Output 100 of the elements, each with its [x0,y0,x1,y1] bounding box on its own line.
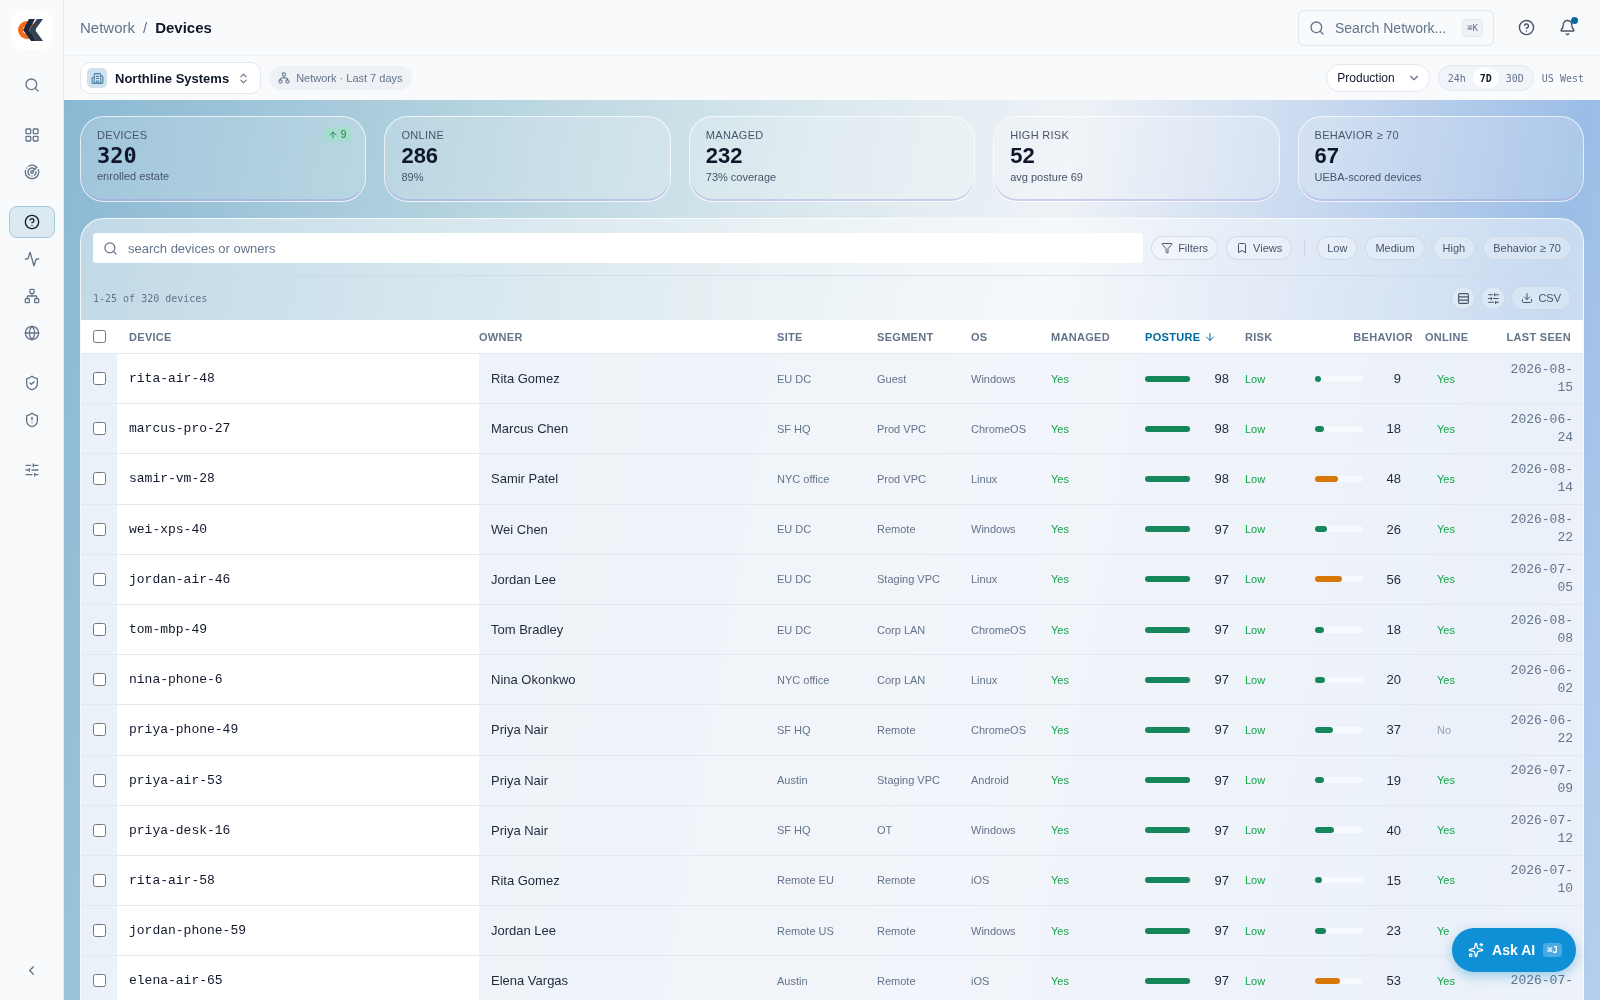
owner-cell-text: Priya Nair [490,772,549,788]
site-cell: Austin [777,774,808,787]
row-checkbox[interactable] [93,372,106,386]
scope-badge: Network · Last 7 days [269,66,412,90]
density-icon[interactable] [1451,286,1476,310]
stat-label: HIGH RISK [1010,129,1070,141]
views-button[interactable]: Views [1226,236,1293,260]
help-icon[interactable] [1518,19,1535,36]
sliders-icon[interactable] [1481,286,1506,310]
device-name[interactable]: priya-desk-16 [129,822,231,838]
row-checkbox[interactable] [93,673,106,687]
device-name[interactable]: rita-air-58 [129,872,215,888]
time-range-tab[interactable]: 30D [1498,68,1531,88]
stat-label: MANAGED [705,129,764,141]
column-header[interactable]: SITE [777,330,877,343]
column-header[interactable]: OWNER [479,330,777,343]
segment-cell: Staging VPC [877,774,940,787]
behavior-bar [1315,777,1363,784]
filters-button[interactable]: Filters [1151,236,1219,260]
device-name[interactable]: wei-xps-40 [129,521,207,537]
row-checkbox[interactable] [93,623,106,637]
risk-cell: Low [1245,673,1266,686]
row-checkbox[interactable] [93,974,106,988]
posture-score: 97 [1213,822,1229,838]
owner-cell-text: Tom Bradley [490,622,564,638]
column-header[interactable]: BEHAVIOR [1315,330,1425,343]
behavior-bar [1315,475,1363,482]
online-cell-text: No [1436,723,1452,736]
org-selector[interactable]: Northline Systems [80,62,262,94]
help-icon[interactable] [8,206,55,238]
column-header[interactable]: POSTURE [1133,330,1245,343]
owner-cell-text: Rita Gomez [490,371,560,387]
column-header[interactable]: MANAGED [1051,330,1133,343]
time-range-tab[interactable]: 7D [1472,68,1499,88]
row-checkbox[interactable] [93,924,106,938]
column-header[interactable]: RISK [1245,330,1315,343]
os-cell: iOS [971,874,990,887]
csv-button[interactable]: CSV [1511,286,1571,310]
managed-cell: Yes [1051,774,1069,787]
time-range-tab[interactable]: 24h [1440,68,1473,88]
device-name[interactable]: elena-air-65 [129,973,223,989]
posture-bar [1145,977,1191,984]
managed-cell: Yes [1051,372,1069,385]
device-name[interactable]: priya-air-53 [129,772,223,788]
filter-chip[interactable]: Medium [1365,236,1425,260]
device-name[interactable]: jordan-phone-59 [129,923,247,939]
filter-chip[interactable]: Low [1317,236,1358,260]
owner-cell-text: Elena Vargas [490,973,569,989]
row-checkbox[interactable] [93,522,106,536]
managed-cell: Yes [1051,673,1069,686]
device-name[interactable]: tom-mbp-49 [129,622,207,638]
behavior-score: 37 [1385,722,1401,738]
row-checkbox[interactable] [93,773,106,787]
row-checkbox[interactable] [93,572,106,586]
owner-cell-text: Marcus Chen [490,421,569,437]
device-name[interactable]: rita-air-48 [129,371,215,387]
owner-cell-text: Priya Nair [490,722,549,738]
filter-icon [1161,242,1174,254]
column-header[interactable]: SEGMENT [877,330,971,343]
column-header[interactable]: LAST SEEN [1485,330,1583,343]
column-header[interactable]: DEVICE [117,330,479,343]
stat-caption: avg posture 69 [1010,171,1084,183]
notification-bell-icon[interactable] [1559,19,1576,36]
search-field[interactable]: search devices or owners [93,233,1144,263]
os-cell: Windows [971,824,1016,837]
risk-cell: Low [1245,372,1266,385]
column-header[interactable]: OS [971,330,1051,343]
behavior-score: 19 [1385,772,1401,788]
row-checkbox[interactable] [93,472,106,486]
device-name[interactable]: priya-phone-49 [129,722,239,738]
segment-cell: Remote [877,924,916,937]
os-cell: iOS [971,974,990,987]
row-checkbox[interactable] [93,723,106,737]
row-checkbox[interactable] [93,422,106,436]
behavior-score: 56 [1385,571,1401,587]
filter-chip[interactable]: Behavior ≥ 70 [1483,236,1571,260]
column-header[interactable]: ONLINE [1425,330,1485,343]
posture-bar [1145,726,1191,733]
device-name[interactable]: jordan-air-46 [129,571,231,587]
bookmark-icon [1236,242,1249,254]
device-name[interactable]: marcus-pro-27 [129,421,231,437]
site-cell: NYC office [777,472,830,485]
site-cell: Remote US [777,924,834,937]
search-field[interactable]: Search Network... ⌘K [1298,9,1494,46]
behavior-bar [1315,676,1363,683]
risk-cell: Low [1245,924,1266,937]
breadcrumb-item[interactable]: Network [80,19,135,36]
row-checkbox[interactable] [93,873,106,887]
device-name[interactable]: nina-phone-6 [129,672,223,688]
posture-bar [1145,526,1191,533]
select-all-checkbox[interactable] [93,330,106,343]
row-checkbox[interactable] [93,823,106,837]
posture-score: 97 [1213,772,1229,788]
os-cell: Linux [971,472,998,485]
logo-icon[interactable] [11,10,52,50]
ask-ai-button[interactable]: Ask AI ⌘J [1452,928,1576,972]
device-name[interactable]: samir-vm-28 [129,471,215,487]
environment-select[interactable]: Production [1326,64,1430,92]
site-cell: EU DC [777,623,812,636]
filter-chip[interactable]: High [1432,236,1476,260]
